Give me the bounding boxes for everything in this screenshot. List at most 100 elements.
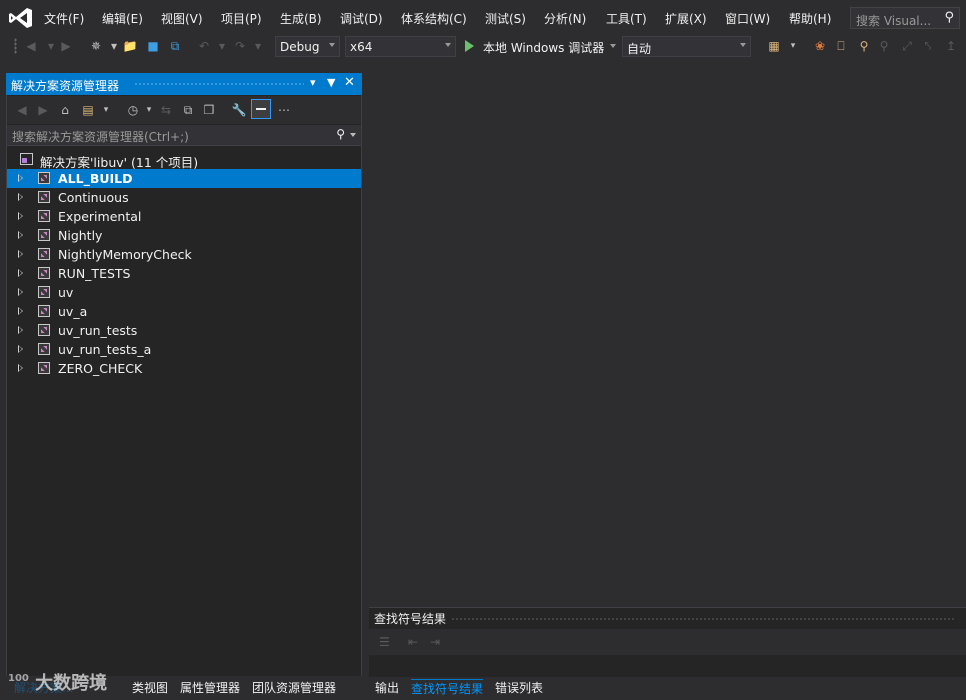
menu-file[interactable]: 文件(F) <box>44 10 84 27</box>
browse-dropdown-icon[interactable]: ▾ <box>785 38 801 54</box>
preview-selected-items-button[interactable] <box>251 99 271 119</box>
browse-icon[interactable]: ▦ <box>766 38 782 54</box>
redo-icon[interactable]: ↷ <box>232 38 248 54</box>
project-node-run-tests[interactable]: RUN_TESTS <box>7 264 361 283</box>
navigate-forward-icon[interactable]: ▶ <box>58 38 74 54</box>
expand-arrow-icon[interactable] <box>18 345 23 353</box>
save-icon[interactable]: ■ <box>145 38 161 54</box>
undo-dropdown-icon[interactable]: ▾ <box>214 38 230 54</box>
expand-arrow-icon[interactable] <box>18 326 23 334</box>
show-all-files-icon[interactable]: ❒ <box>201 102 217 118</box>
menu-view[interactable]: 视图(V) <box>161 10 203 27</box>
expand-arrow-icon[interactable] <box>18 307 23 315</box>
tab-find-symbol-results[interactable]: 查找符号结果 <box>411 679 484 697</box>
menu-analyze[interactable]: 分析(N) <box>544 10 586 27</box>
menu-tools[interactable]: 工具(T) <box>606 10 647 27</box>
project-node-uv-a[interactable]: uv_a <box>7 302 361 321</box>
switch-views-dropdown-icon[interactable]: ▾ <box>98 102 114 118</box>
solution-configuration-select[interactable]: Debug <box>275 36 340 57</box>
menu-help[interactable]: 帮助(H) <box>789 10 831 27</box>
expand-arrow-icon[interactable] <box>18 193 23 201</box>
expand-arrow-icon[interactable] <box>18 288 23 296</box>
expand-arrow-icon[interactable] <box>18 212 23 220</box>
navigate-back-icon[interactable]: ◀ <box>23 38 39 54</box>
search-input[interactable]: 搜索 Visual... ⚲ <box>850 7 960 29</box>
tab-team-explorer[interactable]: 团队资源管理器 <box>252 679 336 696</box>
search-options-dropdown-icon[interactable] <box>350 133 356 137</box>
search-placeholder: 搜索 Visual... <box>856 14 932 28</box>
go-to-next-icon[interactable]: ⇥ <box>430 635 440 649</box>
navigate-dropdown-icon[interactable]: ▾ <box>43 38 59 54</box>
menu-build[interactable]: 生成(B) <box>280 10 322 27</box>
project-node-uv[interactable]: uv <box>7 283 361 302</box>
solution-platform-select[interactable]: x64 <box>345 36 456 57</box>
pending-changes-filter-icon[interactable]: ◷ <box>125 102 141 118</box>
start-debugging-icon[interactable] <box>465 40 474 52</box>
tab-output[interactable]: 输出 <box>375 679 399 696</box>
project-node-zero-check[interactable]: ZERO_CHECK <box>7 359 361 378</box>
hot-reload-icon[interactable]: ⎕ <box>833 38 849 54</box>
find-in-files-icon[interactable]: ⚲ <box>856 38 872 54</box>
expand-arrow-icon[interactable] <box>18 174 23 182</box>
step-out-icon[interactable]: ↥ <box>943 38 959 54</box>
pin-icon[interactable]: ▼ <box>327 76 335 89</box>
save-all-icon[interactable]: ⧉ <box>167 38 183 54</box>
forward-icon[interactable]: ▶ <box>35 102 51 118</box>
menu-test[interactable]: 测试(S) <box>485 10 526 27</box>
solution-explorer-titlebar[interactable]: 解决方案资源管理器 ▾ ▼ ✕ <box>6 73 362 95</box>
back-icon[interactable]: ◀ <box>14 102 30 118</box>
visual-studio-logo-icon[interactable] <box>8 6 34 30</box>
switch-views-icon[interactable]: ▤ <box>80 102 96 118</box>
close-icon[interactable]: ✕ <box>344 75 355 90</box>
step-into-icon[interactable]: ⤢ <box>899 38 915 54</box>
tab-error-list[interactable]: 错误列表 <box>495 679 543 696</box>
project-node-all-build[interactable]: ALL_BUILD <box>7 169 361 188</box>
search-dim-icon[interactable]: ⚲ <box>876 38 892 54</box>
project-node-nightlymemorycheck[interactable]: NightlyMemoryCheck <box>7 245 361 264</box>
start-debugging-button[interactable]: 本地 Windows 调试器 <box>483 39 604 56</box>
project-node-uv-run-tests[interactable]: uv_run_tests <box>7 321 361 340</box>
expand-arrow-icon[interactable] <box>18 364 23 372</box>
project-node-uv-run-tests-a[interactable]: uv_run_tests_a <box>7 340 361 359</box>
tab-class-view[interactable]: 类视图 <box>132 679 168 696</box>
menu-extensions[interactable]: 扩展(X) <box>665 10 707 27</box>
expand-arrow-icon[interactable] <box>18 269 23 277</box>
cpp-project-icon <box>38 267 50 279</box>
open-file-icon[interactable]: 📁 <box>122 38 138 54</box>
undo-icon[interactable]: ↶ <box>196 38 212 54</box>
debug-target-dropdown-icon[interactable] <box>610 44 616 48</box>
new-project-dropdown-icon[interactable]: ▾ <box>106 38 122 54</box>
pending-changes-dropdown-icon[interactable]: ▾ <box>141 102 157 118</box>
menu-window[interactable]: 窗口(W) <box>725 10 770 27</box>
expand-arrow-icon[interactable] <box>18 231 23 239</box>
extension-icon[interactable]: ❀ <box>812 38 828 54</box>
titlebar-grip <box>134 82 304 86</box>
solution-explorer-search-input[interactable]: 搜索解决方案资源管理器(Ctrl+;) ⚲ <box>7 125 361 146</box>
project-node-experimental[interactable]: Experimental <box>7 207 361 226</box>
tab-property-manager[interactable]: 属性管理器 <box>180 679 240 696</box>
list-view-icon[interactable]: ☰ <box>379 635 390 649</box>
solution-node[interactable]: 解决方案'libuv' (11 个项目) <box>7 150 361 170</box>
collapse-all-icon[interactable]: ⧉ <box>180 102 196 118</box>
project-node-continuous[interactable]: Continuous <box>7 188 361 207</box>
project-node-nightly[interactable]: Nightly <box>7 226 361 245</box>
redo-dropdown-icon[interactable]: ▾ <box>250 38 266 54</box>
find-symbol-results-list[interactable] <box>369 655 966 678</box>
toolbar-grip[interactable] <box>14 38 17 54</box>
sync-with-document-icon[interactable]: ⇆ <box>158 102 174 118</box>
menu-debug[interactable]: 调试(D) <box>340 10 383 27</box>
class-diagram-icon[interactable]: ⋯ <box>276 102 292 118</box>
window-position-dropdown-icon[interactable]: ▾ <box>310 76 316 89</box>
new-project-icon[interactable]: ✵ <box>88 38 104 54</box>
search-icon[interactable]: ⚲ <box>336 127 345 141</box>
expand-arrow-icon[interactable] <box>18 250 23 258</box>
properties-wrench-icon[interactable]: 🔧 <box>231 102 247 118</box>
step-over-icon[interactable]: ⤣ <box>920 38 936 54</box>
home-icon[interactable]: ⌂ <box>57 102 73 118</box>
menu-project[interactable]: 项目(P) <box>221 10 262 27</box>
menu-architecture[interactable]: 体系结构(C) <box>401 10 467 27</box>
go-to-previous-icon[interactable]: ⇤ <box>408 635 418 649</box>
debugger-type-select[interactable]: 自动 <box>622 36 751 57</box>
menu-edit[interactable]: 编辑(E) <box>102 10 143 27</box>
search-icon[interactable]: ⚲ <box>944 10 954 25</box>
